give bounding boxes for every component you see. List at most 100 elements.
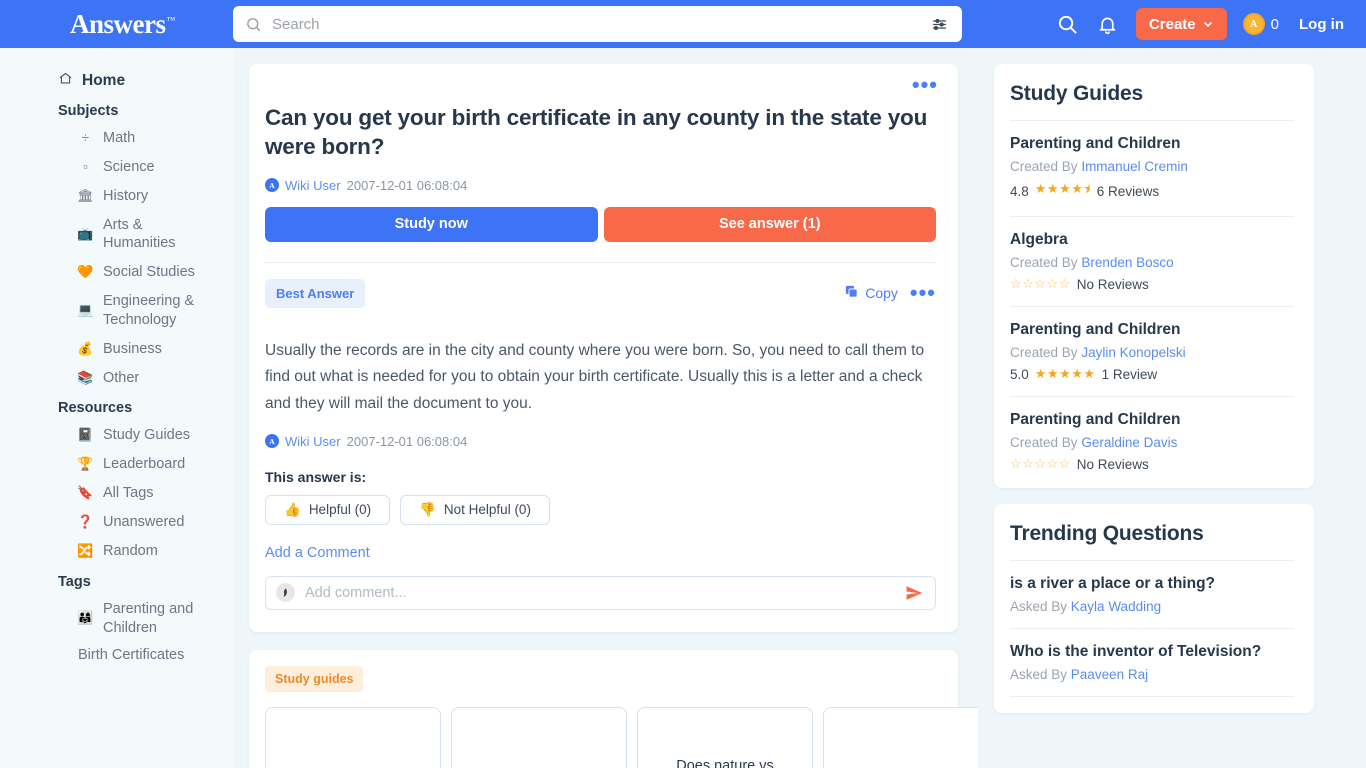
review-count: No Reviews [1076,456,1149,472]
family-icon: 👨‍👩‍👧 [77,610,94,626]
study-guide-list-item[interactable]: Parenting and Children Created By Jaylin… [1010,307,1294,382]
sidebar-item-history[interactable]: 🏛 History [0,182,233,211]
answer-author[interactable]: Wiki User [285,434,341,449]
creator-link[interactable]: Geraldine Davis [1081,435,1177,450]
sidebar-item-unanswered[interactable]: ❓ Unanswered [0,508,233,537]
sidebar-item-study-guides[interactable]: 📓 Study Guides [0,421,233,450]
trending-questions-panel: Trending Questions is a river a place or… [994,504,1314,713]
sidebar-item-all-tags[interactable]: 🔖 All Tags [0,479,233,508]
sidebar-heading-resources: Resources [58,400,133,417]
trophy-icon: 🏆 [77,456,94,472]
trending-question-item[interactable]: Who is the inventor of Television? Asked… [1010,629,1294,682]
trending-question-item[interactable]: is a river a place or a thing? Asked By … [1010,561,1294,614]
creator-link[interactable]: Immanuel Cremin [1081,159,1188,174]
study-guide-creator: Created By Brenden Bosco [1010,255,1294,270]
study-guide-creator: Created By Jaylin Konopelski [1010,345,1294,360]
sidebar-item-label: Arts & Humanities [103,216,176,252]
sidebar-item-leaderboard[interactable]: 🏆 Leaderboard [0,450,233,479]
see-answer-button[interactable]: See answer (1) [603,206,936,242]
creator-link[interactable]: Jaylin Konopelski [1081,345,1185,360]
question-author[interactable]: Wiki User [285,178,341,193]
study-guide-tile[interactable]: Parenting and [265,706,441,768]
sidebar-item-arts-humanities[interactable]: 📺 Arts & Humanities [0,211,233,259]
star-rating-icon: ☆☆☆☆☆ [1010,276,1071,291]
trademark-mark: ™ [166,14,176,25]
study-now-button[interactable]: Study now [265,206,598,242]
sidebar-item-label: Study Guides [103,427,191,444]
asker-link[interactable]: Kayla Wadding [1071,599,1161,614]
study-guide-name: Parenting and Children [1010,321,1181,338]
right-rail: Study Guides Parenting and Children Crea… [978,48,1366,768]
sidebar-item-home[interactable]: Home [0,66,233,95]
filter-sliders-icon[interactable] [931,16,948,33]
search-input[interactable] [272,15,931,33]
study-guide-list-item[interactable]: Parenting and Children Created By Immanu… [1010,121,1294,202]
study-guide-list-item[interactable]: Parenting and Children Created By Gerald… [1010,397,1294,472]
sidebar-item-social-studies[interactable]: 🧡 Social Studies [0,258,233,287]
rating-prompt: This answer is: [265,468,367,485]
laptop-icon: 💻 [77,302,94,318]
sidebar-heading-tags: Tags [58,573,91,590]
add-a-comment-link[interactable]: Add a Comment [265,545,370,561]
sidebar-item-label: Unanswered [103,513,185,530]
sidebar-home-label: Home [82,71,126,89]
left-sidebar: Home Subjects ÷ Math ▫ Science 🏛 History… [0,48,233,768]
send-icon[interactable] [905,584,923,602]
notifications-bell-icon[interactable] [1088,0,1128,48]
created-by-label: Created By [1010,435,1078,450]
classical-building-icon: 🏛 [77,187,94,203]
question-mark-icon: ❓ [77,513,94,529]
sidebar-item-business[interactable]: 💰 Business [0,335,233,364]
sidebar-item-other[interactable]: 📚 Other [0,364,233,393]
trending-question-text: Who is the inventor of Television? [1010,643,1262,660]
review-count: No Reviews [1076,276,1149,292]
site-logo[interactable]: Answers™ [70,9,175,40]
not-helpful-button[interactable]: 👎 Not Helpful (0) [400,494,550,525]
trending-question-asker: Asked By Paaveen Raj [1010,667,1294,682]
helpful-button[interactable]: 👍 Helpful (0) [265,494,391,525]
sidebar-item-random[interactable]: 🔀 Random [0,537,233,566]
study-guide-list-item[interactable]: Algebra Created By Brenden Bosco ☆☆☆☆☆ N… [1010,217,1294,292]
study-guide-tile[interactable]: The time it takes for a [451,706,627,768]
question-more-menu-icon[interactable]: ••• [912,74,938,96]
sidebar-item-label: Science [103,158,155,175]
sidebar-item-label: Engineering & Technology [103,293,195,328]
star-rating-icon: ★★★★⯨ [1034,181,1091,196]
study-guide-tile[interactable] [823,706,978,768]
trending-questions-title: Trending Questions [1010,522,1204,545]
item-divider [1010,696,1294,697]
comment-input[interactable] [305,584,905,601]
question-timestamp: 2007-12-01 06:08:04 [346,177,468,193]
answer-more-menu-icon[interactable]: ••• [910,282,936,304]
create-button[interactable]: Create [1135,8,1227,40]
creator-link[interactable]: Brenden Bosco [1081,255,1173,270]
study-guide-tile-title: Does nature vs [676,757,774,768]
study-guide-rating: ☆☆☆☆☆ No Reviews [1010,276,1294,292]
study-guides-panel-title: Study Guides [1010,82,1143,105]
sidebar-tag-birth-certificates[interactable]: Birth Certificates [0,642,233,668]
sidebar-item-math[interactable]: ÷ Math [0,124,233,153]
trending-question-text: is a river a place or a thing? [1010,575,1216,592]
search-icon-button[interactable] [1048,0,1088,48]
sidebar-item-label: Social Studies [103,264,195,281]
asker-link[interactable]: Paaveen Raj [1071,667,1148,682]
asked-by-label: Asked By [1010,599,1068,614]
answer-author-avatar-icon: A [265,434,279,449]
points-count: 0 [1270,15,1279,33]
chevron-down-icon [1203,21,1212,28]
copy-button[interactable]: Copy [844,284,898,302]
sidebar-item-science[interactable]: ▫ Science [0,153,233,182]
sidebar-tag-parenting-and-children[interactable]: 👨‍👩‍👧 Parenting and Children [0,595,233,643]
sidebar-item-engineering-technology[interactable]: 💻 Engineering & Technology [0,287,233,335]
study-guide-tile[interactable]: Does nature vs [637,706,813,768]
not-helpful-label: Not Helpful (0) [443,502,531,518]
login-link[interactable]: Log in [1299,16,1344,33]
question-card: ••• Can you get your birth certificate i… [249,64,958,632]
star-rating-icon: ☆☆☆☆☆ [1010,456,1071,471]
points-balance[interactable]: A 0 [1242,13,1279,35]
search-bar[interactable] [233,6,962,42]
books-icon: 📚 [77,369,94,385]
study-guides-tile-strip[interactable]: Parenting and The time it takes for a Do… [265,706,978,768]
search-icon [245,16,262,33]
comment-input-row[interactable] [265,575,936,610]
